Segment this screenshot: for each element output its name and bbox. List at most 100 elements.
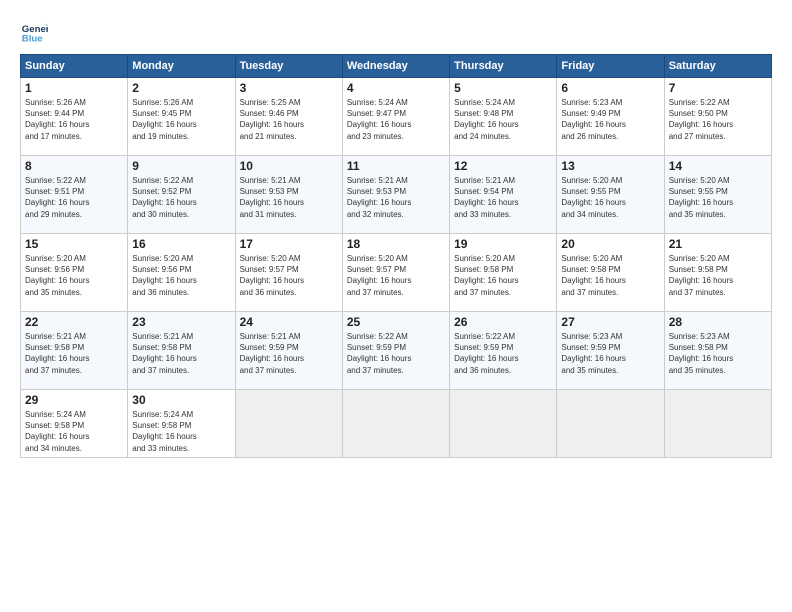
calendar-table: SundayMondayTuesdayWednesdayThursdayFrid… — [20, 54, 772, 458]
day-info: Sunrise: 5:20 AMSunset: 9:58 PMDaylight:… — [669, 254, 733, 297]
day-number: 5 — [454, 81, 552, 95]
day-info: Sunrise: 5:20 AMSunset: 9:55 PMDaylight:… — [561, 176, 625, 219]
day-header-saturday: Saturday — [664, 55, 771, 78]
day-number: 2 — [132, 81, 230, 95]
calendar-cell: 21 Sunrise: 5:20 AMSunset: 9:58 PMDaylig… — [664, 234, 771, 312]
day-info: Sunrise: 5:21 AMSunset: 9:58 PMDaylight:… — [25, 332, 89, 375]
day-info: Sunrise: 5:21 AMSunset: 9:53 PMDaylight:… — [347, 176, 411, 219]
day-number: 10 — [240, 159, 338, 173]
day-number: 30 — [132, 393, 230, 407]
day-number: 14 — [669, 159, 767, 173]
day-number: 18 — [347, 237, 445, 251]
calendar-cell: 9 Sunrise: 5:22 AMSunset: 9:52 PMDayligh… — [128, 156, 235, 234]
calendar-cell — [342, 390, 449, 458]
calendar-cell: 2 Sunrise: 5:26 AMSunset: 9:45 PMDayligh… — [128, 78, 235, 156]
calendar-cell: 1 Sunrise: 5:26 AMSunset: 9:44 PMDayligh… — [21, 78, 128, 156]
day-header-wednesday: Wednesday — [342, 55, 449, 78]
calendar-cell: 20 Sunrise: 5:20 AMSunset: 9:58 PMDaylig… — [557, 234, 664, 312]
calendar-header: SundayMondayTuesdayWednesdayThursdayFrid… — [21, 55, 772, 78]
day-info: Sunrise: 5:26 AMSunset: 9:45 PMDaylight:… — [132, 98, 196, 141]
calendar-cell: 19 Sunrise: 5:20 AMSunset: 9:58 PMDaylig… — [450, 234, 557, 312]
day-number: 19 — [454, 237, 552, 251]
calendar-cell: 27 Sunrise: 5:23 AMSunset: 9:59 PMDaylig… — [557, 312, 664, 390]
calendar-cell: 10 Sunrise: 5:21 AMSunset: 9:53 PMDaylig… — [235, 156, 342, 234]
day-header-sunday: Sunday — [21, 55, 128, 78]
day-number: 16 — [132, 237, 230, 251]
day-info: Sunrise: 5:24 AMSunset: 9:58 PMDaylight:… — [25, 410, 89, 453]
calendar-cell: 30 Sunrise: 5:24 AMSunset: 9:58 PMDaylig… — [128, 390, 235, 458]
day-number: 20 — [561, 237, 659, 251]
day-number: 1 — [25, 81, 123, 95]
calendar-cell: 4 Sunrise: 5:24 AMSunset: 9:47 PMDayligh… — [342, 78, 449, 156]
day-number: 9 — [132, 159, 230, 173]
day-info: Sunrise: 5:23 AMSunset: 9:49 PMDaylight:… — [561, 98, 625, 141]
day-number: 11 — [347, 159, 445, 173]
day-number: 3 — [240, 81, 338, 95]
day-number: 23 — [132, 315, 230, 329]
day-number: 12 — [454, 159, 552, 173]
logo: General Blue — [20, 18, 48, 46]
calendar-cell: 16 Sunrise: 5:20 AMSunset: 9:56 PMDaylig… — [128, 234, 235, 312]
day-info: Sunrise: 5:23 AMSunset: 9:59 PMDaylight:… — [561, 332, 625, 375]
calendar-cell: 28 Sunrise: 5:23 AMSunset: 9:58 PMDaylig… — [664, 312, 771, 390]
day-header-tuesday: Tuesday — [235, 55, 342, 78]
day-number: 17 — [240, 237, 338, 251]
calendar-body: 1 Sunrise: 5:26 AMSunset: 9:44 PMDayligh… — [21, 78, 772, 458]
calendar-cell: 15 Sunrise: 5:20 AMSunset: 9:56 PMDaylig… — [21, 234, 128, 312]
calendar-cell: 23 Sunrise: 5:21 AMSunset: 9:58 PMDaylig… — [128, 312, 235, 390]
calendar-cell: 26 Sunrise: 5:22 AMSunset: 9:59 PMDaylig… — [450, 312, 557, 390]
day-info: Sunrise: 5:24 AMSunset: 9:47 PMDaylight:… — [347, 98, 411, 141]
day-number: 15 — [25, 237, 123, 251]
calendar-cell: 17 Sunrise: 5:20 AMSunset: 9:57 PMDaylig… — [235, 234, 342, 312]
calendar-cell: 18 Sunrise: 5:20 AMSunset: 9:57 PMDaylig… — [342, 234, 449, 312]
calendar-cell: 24 Sunrise: 5:21 AMSunset: 9:59 PMDaylig… — [235, 312, 342, 390]
day-number: 8 — [25, 159, 123, 173]
day-info: Sunrise: 5:21 AMSunset: 9:59 PMDaylight:… — [240, 332, 304, 375]
calendar-cell: 3 Sunrise: 5:25 AMSunset: 9:46 PMDayligh… — [235, 78, 342, 156]
calendar-cell — [450, 390, 557, 458]
day-number: 4 — [347, 81, 445, 95]
day-info: Sunrise: 5:20 AMSunset: 9:56 PMDaylight:… — [25, 254, 89, 297]
day-info: Sunrise: 5:22 AMSunset: 9:59 PMDaylight:… — [454, 332, 518, 375]
day-info: Sunrise: 5:24 AMSunset: 9:58 PMDaylight:… — [132, 410, 196, 453]
day-info: Sunrise: 5:21 AMSunset: 9:53 PMDaylight:… — [240, 176, 304, 219]
day-info: Sunrise: 5:20 AMSunset: 9:57 PMDaylight:… — [240, 254, 304, 297]
page-header: General Blue — [20, 18, 772, 46]
day-info: Sunrise: 5:20 AMSunset: 9:57 PMDaylight:… — [347, 254, 411, 297]
day-info: Sunrise: 5:24 AMSunset: 9:48 PMDaylight:… — [454, 98, 518, 141]
calendar-week-4: 22 Sunrise: 5:21 AMSunset: 9:58 PMDaylig… — [21, 312, 772, 390]
day-number: 27 — [561, 315, 659, 329]
calendar-week-2: 8 Sunrise: 5:22 AMSunset: 9:51 PMDayligh… — [21, 156, 772, 234]
calendar-cell: 13 Sunrise: 5:20 AMSunset: 9:55 PMDaylig… — [557, 156, 664, 234]
day-number: 21 — [669, 237, 767, 251]
calendar-cell: 25 Sunrise: 5:22 AMSunset: 9:59 PMDaylig… — [342, 312, 449, 390]
calendar-week-3: 15 Sunrise: 5:20 AMSunset: 9:56 PMDaylig… — [21, 234, 772, 312]
day-info: Sunrise: 5:26 AMSunset: 9:44 PMDaylight:… — [25, 98, 89, 141]
calendar-cell — [557, 390, 664, 458]
calendar-cell — [235, 390, 342, 458]
day-number: 25 — [347, 315, 445, 329]
day-info: Sunrise: 5:23 AMSunset: 9:58 PMDaylight:… — [669, 332, 733, 375]
day-info: Sunrise: 5:21 AMSunset: 9:58 PMDaylight:… — [132, 332, 196, 375]
calendar-page: General Blue SundayMondayTuesdayWednesda… — [0, 0, 792, 612]
day-header-monday: Monday — [128, 55, 235, 78]
day-header-friday: Friday — [557, 55, 664, 78]
day-info: Sunrise: 5:22 AMSunset: 9:51 PMDaylight:… — [25, 176, 89, 219]
day-info: Sunrise: 5:22 AMSunset: 9:50 PMDaylight:… — [669, 98, 733, 141]
day-info: Sunrise: 5:20 AMSunset: 9:58 PMDaylight:… — [454, 254, 518, 297]
calendar-cell: 14 Sunrise: 5:20 AMSunset: 9:55 PMDaylig… — [664, 156, 771, 234]
day-info: Sunrise: 5:20 AMSunset: 9:56 PMDaylight:… — [132, 254, 196, 297]
calendar-cell: 12 Sunrise: 5:21 AMSunset: 9:54 PMDaylig… — [450, 156, 557, 234]
day-info: Sunrise: 5:22 AMSunset: 9:52 PMDaylight:… — [132, 176, 196, 219]
calendar-cell: 7 Sunrise: 5:22 AMSunset: 9:50 PMDayligh… — [664, 78, 771, 156]
calendar-cell — [664, 390, 771, 458]
calendar-week-1: 1 Sunrise: 5:26 AMSunset: 9:44 PMDayligh… — [21, 78, 772, 156]
calendar-cell: 8 Sunrise: 5:22 AMSunset: 9:51 PMDayligh… — [21, 156, 128, 234]
day-number: 24 — [240, 315, 338, 329]
day-header-thursday: Thursday — [450, 55, 557, 78]
day-number: 13 — [561, 159, 659, 173]
day-info: Sunrise: 5:25 AMSunset: 9:46 PMDaylight:… — [240, 98, 304, 141]
day-info: Sunrise: 5:20 AMSunset: 9:55 PMDaylight:… — [669, 176, 733, 219]
calendar-cell: 22 Sunrise: 5:21 AMSunset: 9:58 PMDaylig… — [21, 312, 128, 390]
day-info: Sunrise: 5:21 AMSunset: 9:54 PMDaylight:… — [454, 176, 518, 219]
